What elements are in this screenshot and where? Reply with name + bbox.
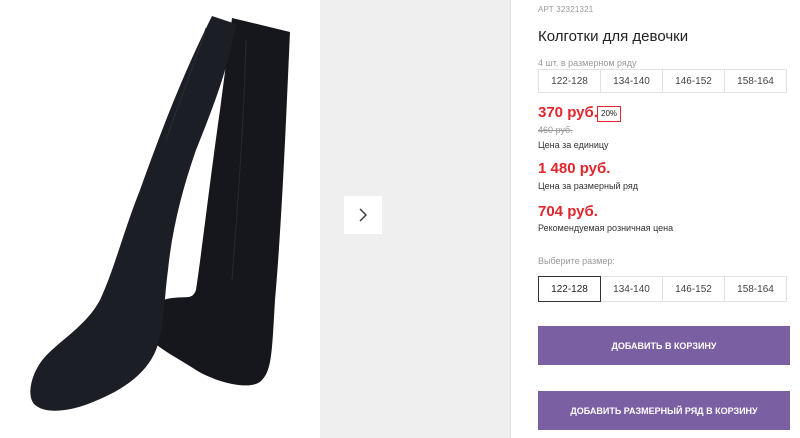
size-selector-label: Выберите размер: bbox=[538, 256, 615, 266]
article-number: АРТ 32321321 bbox=[538, 5, 593, 14]
divider bbox=[510, 0, 511, 438]
product-title: Колготки для девочки bbox=[538, 28, 689, 45]
article-label: АРТ bbox=[538, 5, 554, 14]
size-option[interactable]: 158-164 bbox=[724, 276, 787, 302]
pack-size: 122-128 bbox=[538, 69, 601, 93]
add-pack-to-cart-button[interactable]: Добавить размерный ряд в корзину bbox=[538, 391, 790, 430]
tights-photo bbox=[30, 16, 290, 411]
pack-size: 158-164 bbox=[724, 69, 787, 93]
size-option-selected[interactable]: 122-128 bbox=[538, 276, 601, 302]
size-option[interactable]: 146-152 bbox=[662, 276, 725, 302]
size-option[interactable]: 134-140 bbox=[600, 276, 663, 302]
product-gallery bbox=[0, 0, 510, 438]
unit-price-label: Цена за единицу bbox=[538, 140, 609, 150]
pack-size: 134-140 bbox=[600, 69, 663, 93]
pack-price: 1 480 руб. bbox=[538, 160, 611, 177]
retail-price-label: Рекомендуемая розничная цена bbox=[538, 223, 674, 233]
size-selector: 122-128 134-140 146-152 158-164 bbox=[538, 276, 787, 302]
product-image bbox=[0, 0, 320, 438]
retail-price: 704 руб. bbox=[538, 203, 598, 220]
pack-size: 146-152 bbox=[662, 69, 725, 93]
gallery-next-button[interactable] bbox=[344, 196, 382, 234]
pack-sizes: 122-128 134-140 146-152 158-164 bbox=[538, 69, 787, 93]
pack-label: 4 шт. в размерном ряду bbox=[538, 58, 637, 68]
chevron-right-icon bbox=[359, 208, 367, 222]
product-image-secondary bbox=[320, 0, 510, 438]
unit-price: 370 руб. bbox=[538, 104, 598, 121]
old-price: 460 руб. bbox=[538, 125, 573, 135]
add-to-cart-button[interactable]: Добавить в корзину bbox=[538, 326, 790, 365]
pack-price-label: Цена за размерный ряд bbox=[538, 181, 639, 191]
discount-badge: 20% bbox=[597, 106, 622, 122]
article-value: 32321321 bbox=[556, 5, 594, 14]
